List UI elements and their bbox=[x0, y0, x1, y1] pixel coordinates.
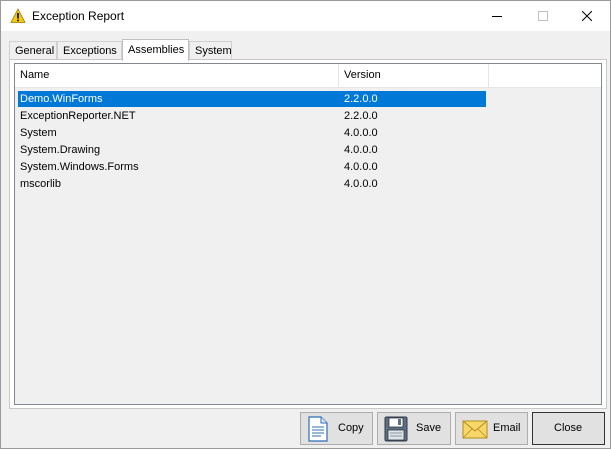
list-item[interactable]: mscorlib 4.0.0.0 bbox=[18, 176, 486, 192]
exception-report-window: Exception Report General Exceptions Asse… bbox=[0, 0, 611, 449]
tab-general[interactable]: General bbox=[9, 41, 57, 59]
list-header: Name Version bbox=[15, 64, 601, 88]
assembly-version: 4.0.0.0 bbox=[344, 178, 378, 190]
copy-label: Copy bbox=[338, 422, 364, 434]
assembly-name: Demo.WinForms bbox=[20, 93, 103, 105]
assembly-name: ExceptionReporter.NET bbox=[20, 110, 136, 122]
minimize-icon bbox=[492, 16, 502, 17]
assembly-name: System.Drawing bbox=[20, 144, 101, 156]
assembly-version: 2.2.0.0 bbox=[344, 93, 378, 105]
close-button[interactable]: Close bbox=[532, 412, 605, 445]
column-header-version[interactable]: Version bbox=[339, 64, 489, 87]
list-item[interactable]: ExceptionReporter.NET 2.2.0.0 bbox=[18, 108, 486, 124]
maximize-icon bbox=[538, 11, 548, 21]
assembly-name: System.Windows.Forms bbox=[20, 161, 139, 173]
assembly-version: 4.0.0.0 bbox=[344, 144, 378, 156]
tab-exceptions[interactable]: Exceptions bbox=[57, 41, 122, 59]
minimize-button[interactable] bbox=[474, 1, 520, 31]
document-icon bbox=[307, 416, 329, 445]
maximize-button[interactable] bbox=[520, 1, 566, 31]
assembly-version: 4.0.0.0 bbox=[344, 127, 378, 139]
assembly-version: 4.0.0.0 bbox=[344, 161, 378, 173]
close-window-button[interactable] bbox=[564, 1, 610, 31]
warning-icon bbox=[10, 8, 26, 24]
list-item[interactable]: System.Windows.Forms 4.0.0.0 bbox=[18, 159, 486, 175]
assembly-name: mscorlib bbox=[20, 178, 61, 190]
assembly-version: 2.2.0.0 bbox=[344, 110, 378, 122]
email-button[interactable]: Email bbox=[455, 412, 528, 445]
save-label: Save bbox=[416, 422, 442, 434]
title-bar[interactable]: Exception Report bbox=[1, 1, 610, 31]
list-item[interactable]: System.Drawing 4.0.0.0 bbox=[18, 142, 486, 158]
close-label: Close bbox=[554, 422, 583, 434]
tab-assemblies[interactable]: Assemblies bbox=[122, 39, 189, 61]
tab-system[interactable]: System bbox=[189, 41, 232, 59]
column-header-name[interactable]: Name bbox=[15, 64, 339, 87]
close-icon bbox=[582, 11, 592, 21]
copy-button[interactable]: Copy bbox=[300, 412, 373, 445]
floppy-disk-icon bbox=[384, 416, 408, 445]
assembly-name: System bbox=[20, 127, 57, 139]
list-item[interactable]: Demo.WinForms 2.2.0.0 bbox=[18, 91, 486, 107]
window-title: Exception Report bbox=[32, 9, 125, 23]
email-label: Email bbox=[493, 422, 521, 434]
list-item[interactable]: System 4.0.0.0 bbox=[18, 125, 486, 141]
assemblies-list[interactable]: Name Version Demo.WinForms 2.2.0.0 Excep… bbox=[14, 63, 602, 405]
envelope-icon bbox=[462, 416, 488, 445]
assemblies-tab-page: Name Version Demo.WinForms 2.2.0.0 Excep… bbox=[9, 59, 607, 409]
save-button[interactable]: Save bbox=[377, 412, 451, 445]
